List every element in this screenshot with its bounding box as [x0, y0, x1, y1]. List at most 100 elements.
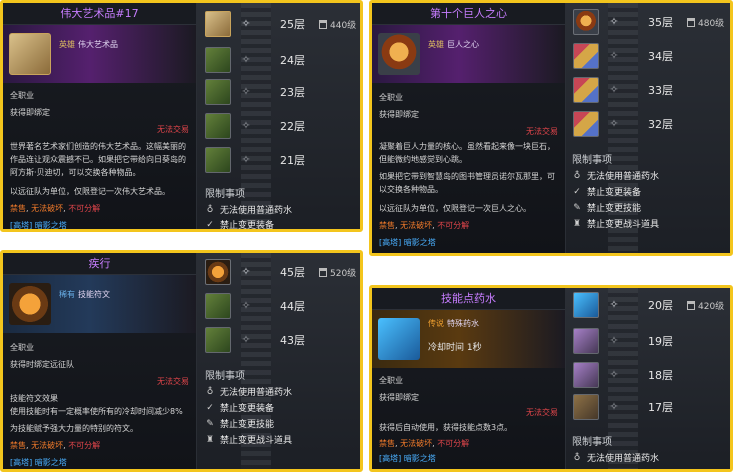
potion-icon: ♁: [206, 386, 214, 397]
item-trade: 无法交易: [157, 125, 189, 134]
floor-row[interactable]: ✧ 25层 440级: [205, 9, 356, 39]
restriction-item: ♜ 禁止变更战斗道具: [572, 218, 660, 231]
chevron-icon: ✧: [609, 400, 619, 413]
restrictions-title: 限制事项: [205, 371, 245, 382]
item-note: 以远征队为单位，仅限登记一次伟大艺术品。: [10, 187, 170, 196]
item-header: 传说 特殊药水 冷却时间 1秒: [372, 310, 565, 368]
green-box-icon: [205, 147, 231, 173]
floor-row[interactable]: ✧ 32层: [573, 109, 673, 139]
tower-panel-35: 第十个巨人之心 英雄 巨人之心 全职业 获得即绑定 无法交易 凝聚着巨人力量的核心…: [369, 0, 733, 256]
floor-label: 45层: [280, 266, 305, 279]
shield-icon: [378, 33, 420, 75]
floor-row[interactable]: ✧ 23层: [205, 77, 305, 107]
floor-label: 18层: [648, 369, 673, 382]
tower-panel-20: 技能点药水 传说 特殊药水 冷却时间 1秒 全职业 获得即绑定 无法交易 获得后自…: [369, 285, 733, 472]
item-bind: 获得时绑定远征队: [10, 360, 74, 369]
green-box-icon: [205, 79, 231, 105]
item-grade: 稀有 技能符文: [59, 290, 110, 299]
item-description: 凝聚着巨人力量的核心。虽然看起来像一块巨石，但能微约地感觉到心跳。: [379, 142, 555, 164]
green-box-icon: [205, 47, 231, 73]
floor-row[interactable]: ✧ 44层: [205, 291, 305, 321]
potion-icon: ♁: [573, 452, 581, 463]
floor-row[interactable]: ✧ 34层: [573, 41, 673, 71]
chevron-icon: ✧: [241, 265, 251, 278]
chevron-icon: ✧: [609, 15, 619, 28]
floor-label: 43层: [280, 334, 305, 347]
floor-label: 34层: [648, 50, 673, 63]
floor-label: 20层: [648, 299, 673, 312]
cards-icon: [573, 43, 599, 69]
restriction-item: ✓ 禁止变更装备: [573, 186, 642, 199]
item-flags: 禁售, 无法破坏, 不可分解: [379, 221, 470, 230]
item-title: 技能点药水: [372, 288, 565, 310]
item-class: 全职业: [10, 343, 34, 352]
floor-row[interactable]: ✧ 22层: [205, 111, 305, 141]
floor-row[interactable]: ✧ 33层: [573, 75, 673, 105]
item-level-cap: 520级: [319, 266, 356, 279]
potion-icon: ♁: [206, 204, 214, 215]
battle-item-icon: ♜: [205, 434, 215, 445]
chevron-icon: ✧: [609, 368, 619, 381]
item-tooltip: 疾行 稀有 技能符文 全职业 获得时绑定远征队 无法交易 技能符文效果 使用技能时…: [3, 253, 197, 469]
item-cooldown: 冷却时间 1秒: [428, 343, 482, 353]
restrictions-title: 限制事项: [205, 189, 245, 200]
chevron-icon: ✧: [609, 298, 619, 311]
cards-icon: [573, 111, 599, 137]
restrictions-title: 限制事项: [572, 155, 612, 166]
equipment-icon: ✓: [206, 219, 214, 230]
restriction-item: ✓ 禁止变更装备: [206, 219, 275, 231]
chevron-icon: ✧: [241, 119, 251, 132]
item-tooltip: 伟大艺术品#17 英雄 伟大艺术品 全职业 获得即绑定 无法交易 世界著名艺术家们…: [3, 3, 197, 229]
item-note: 以远征队为单位，仅限登记一次巨人之心。: [379, 204, 531, 213]
chevron-icon: ✧: [241, 153, 251, 166]
item-level-cap: 480级: [687, 16, 724, 29]
floor-label: 21层: [280, 154, 305, 167]
item-class: 全职业: [379, 93, 403, 102]
item-description: 世界著名艺术家们创造的伟大艺术品。这幅美丽的作品连让观众震撼不已。如果把它带给向…: [10, 142, 186, 177]
item-trade: 无法交易: [526, 127, 558, 136]
green-box-icon: [205, 327, 231, 353]
restriction-item: ✓ 禁止变更装备: [206, 402, 275, 415]
floor-label: 24层: [280, 54, 305, 67]
floor-label: 19层: [648, 335, 673, 348]
potion-icon: [573, 292, 599, 318]
floor-row[interactable]: ✧ 43层: [205, 325, 305, 355]
floor-label: 44层: [280, 300, 305, 313]
chevron-icon: ✧: [241, 333, 251, 346]
potion-icon: ♁: [573, 170, 581, 181]
item-bind: 获得即绑定: [10, 108, 50, 117]
item-trade: 无法交易: [526, 408, 558, 417]
floor-row[interactable]: ✧ 20层 420级: [573, 290, 724, 320]
floor-row[interactable]: ✧ 24层: [205, 45, 305, 75]
item-grade: 传说 特殊药水: [428, 319, 479, 328]
floor-row[interactable]: ✧ 19层: [573, 326, 673, 356]
item-description: 为技能赋予强大力量的特别的符文。: [10, 424, 138, 433]
floor-label: 32层: [648, 118, 673, 131]
item-tooltip: 第十个巨人之心 英雄 巨人之心 全职业 获得即绑定 无法交易 凝聚着巨人力量的核心…: [372, 3, 566, 253]
floor-row[interactable]: ✧ 21层: [205, 145, 305, 175]
chest-icon: [573, 362, 599, 388]
floor-row[interactable]: ✧ 45层 520级: [205, 257, 356, 287]
floor-row[interactable]: ✧ 17层: [573, 392, 673, 422]
floor-label: 25层: [280, 18, 305, 31]
restriction-item: ♁ 无法使用普通药水: [573, 170, 660, 183]
cards-icon: [573, 77, 599, 103]
item-description: 获得后自动使用，获得技能点数3点。: [379, 423, 513, 432]
restriction-item: ♁ 无法使用普通药水: [206, 204, 293, 217]
item-class: 全职业: [10, 91, 34, 100]
potion-icon: [378, 318, 420, 360]
item-grade: 英雄 巨人之心: [428, 40, 479, 49]
restriction-item: ✎ 禁止变更技能: [206, 418, 275, 431]
restriction-item: ✎ 禁止变更技能: [573, 202, 642, 215]
item-flags: 禁售, 无法破坏, 不可分解: [10, 441, 101, 450]
floor-label: 22层: [280, 120, 305, 133]
item-bind: 获得即绑定: [379, 393, 419, 402]
floor-label: 35层: [648, 16, 673, 29]
box-icon: [573, 394, 599, 420]
item-tag: [高塔] 暗影之塔: [379, 238, 436, 247]
floor-row[interactable]: ✧ 35层 480级: [573, 7, 724, 37]
floor-row[interactable]: ✧ 18层: [573, 360, 673, 390]
item-exchange: 如果把它带到智慧岛的图书管理员诺尔瓦那里，可以交换各种物品。: [379, 172, 555, 194]
green-box-icon: [205, 293, 231, 319]
item-bind: 获得即绑定: [379, 110, 419, 119]
